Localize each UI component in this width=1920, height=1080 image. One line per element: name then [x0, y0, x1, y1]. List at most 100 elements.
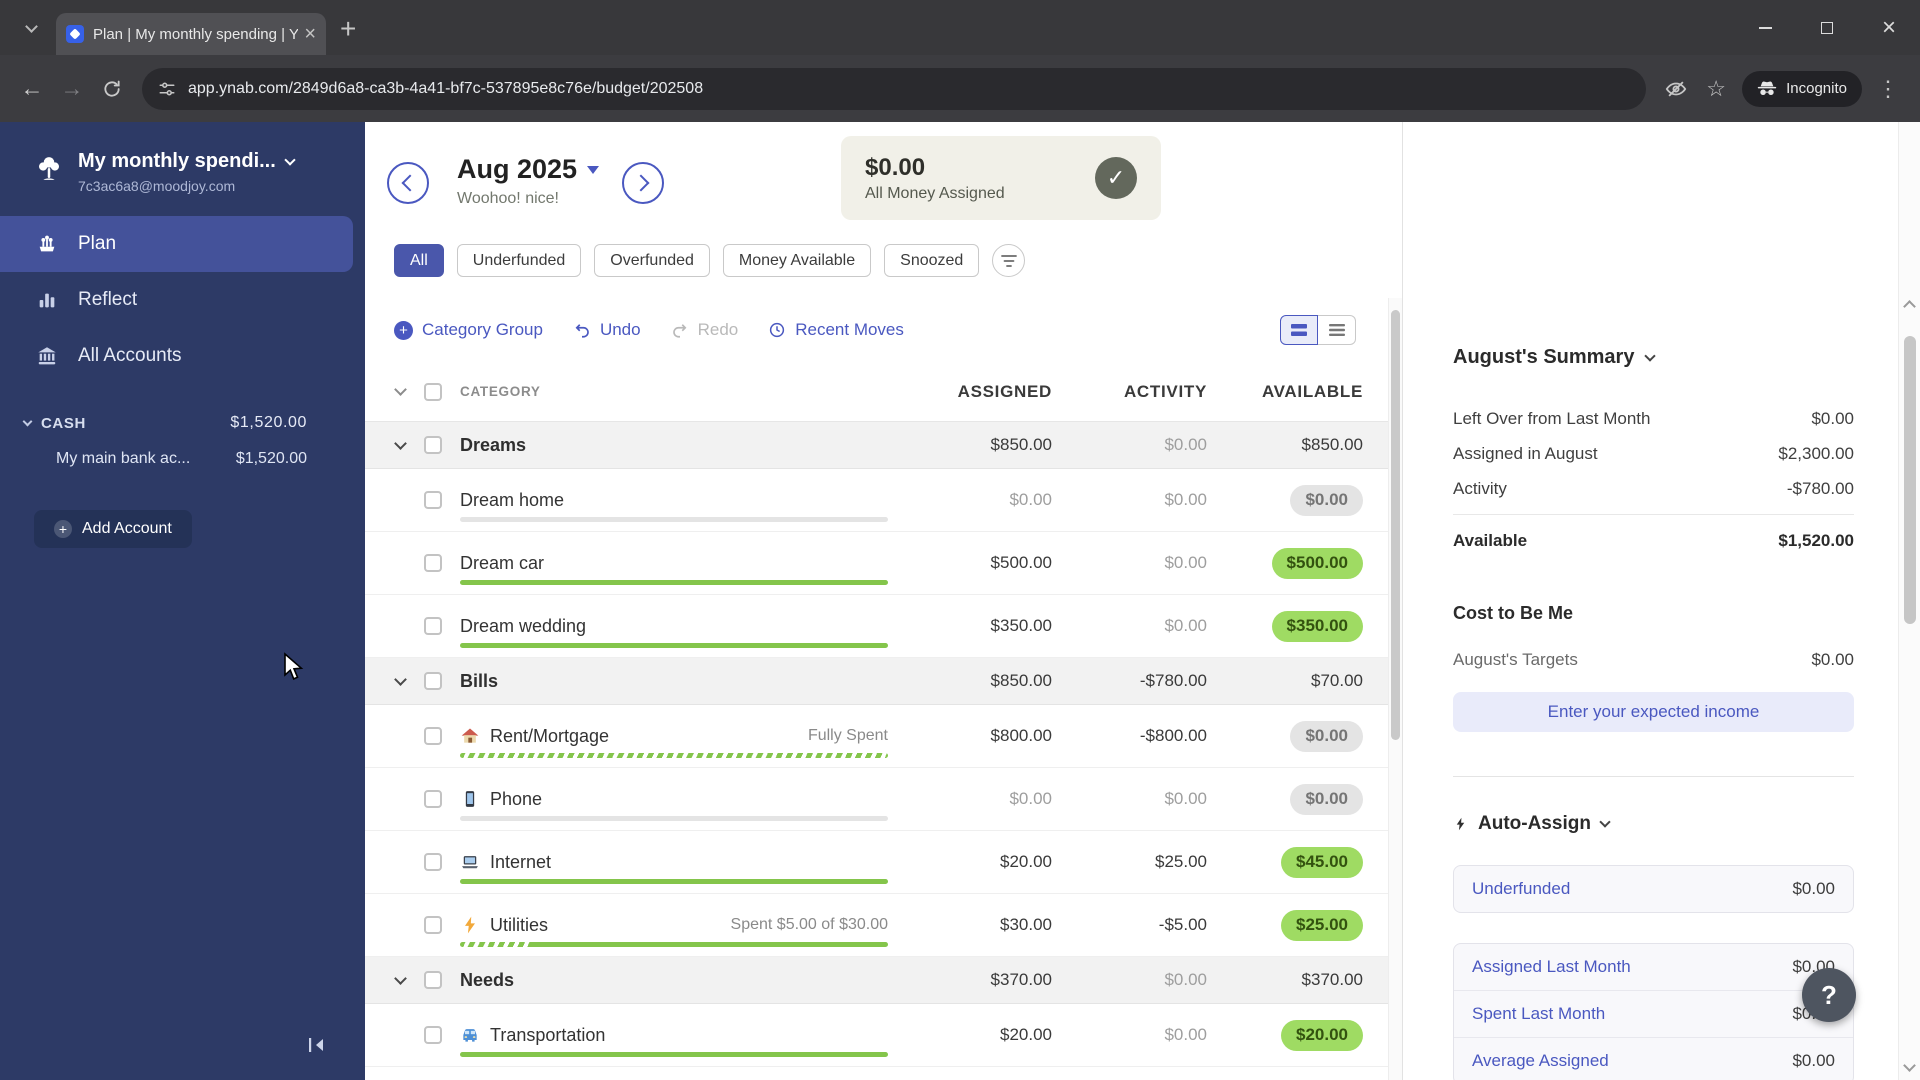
category-checkbox[interactable] [424, 491, 442, 509]
group-collapse-chevron[interactable] [394, 672, 407, 686]
group-collapse-chevron[interactable] [394, 971, 407, 985]
browser-toolbar: ← → app.ynab.com/2849d6a8-ca3b-4a41-bf7c… [0, 55, 1920, 122]
group-checkbox[interactable] [424, 971, 442, 989]
account-group-cash[interactable]: CASH $1,520.00 [22, 414, 307, 432]
filter-chip-snoozed[interactable]: Snoozed [884, 244, 980, 277]
scrollbar-thumb[interactable] [1904, 336, 1916, 624]
scrollbar-thumb[interactable] [1391, 310, 1400, 740]
incognito-badge: Incognito [1742, 70, 1862, 107]
category-checkbox[interactable] [424, 727, 442, 745]
category-assigned[interactable]: $20.00 [902, 1025, 1052, 1045]
category-assigned[interactable]: $0.00 [902, 490, 1052, 510]
view-list-button[interactable] [1318, 315, 1356, 345]
sidebar-item-reflect[interactable]: Reflect [0, 272, 353, 328]
category-assigned[interactable]: $350.00 [902, 616, 1052, 636]
category-row-dream-wedding[interactable]: Dream wedding $350.00 $0.00 $350.00 [365, 595, 1388, 658]
previous-month-button[interactable] [387, 162, 429, 204]
underfunded-box[interactable]: Underfunded $0.00 [1453, 865, 1854, 913]
category-row-transportation[interactable]: Transportation $20.00 $0.00 $20.00 [365, 1004, 1388, 1067]
scroll-up-arrow[interactable] [1903, 300, 1916, 313]
tab-search-button[interactable] [14, 11, 48, 45]
url-bar[interactable]: app.ynab.com/2849d6a8-ca3b-4a41-bf7c-537… [142, 67, 1647, 110]
category-checkbox[interactable] [424, 853, 442, 871]
group-name: Dreams [460, 434, 527, 455]
category-row-utilities[interactable]: Utilities Spent $5.00 of $30.00 $30.00 -$5.… [365, 894, 1388, 957]
underfunded-row[interactable]: Underfunded $0.00 [1454, 866, 1853, 912]
category-checkbox[interactable] [424, 790, 442, 808]
enter-expected-income-button[interactable]: Enter your expected income [1453, 692, 1854, 732]
category-checkbox[interactable] [424, 1026, 442, 1044]
category-checkbox[interactable] [424, 916, 442, 934]
category-row-dream-car[interactable]: Dream car $500.00 $0.00 $500.00 [365, 532, 1388, 595]
month-selector[interactable]: Aug 2025 [457, 154, 600, 185]
browser-forward-button[interactable]: → [52, 69, 92, 109]
filter-chip-underfunded[interactable]: Underfunded [456, 244, 582, 277]
category-assigned[interactable]: $20.00 [902, 852, 1052, 872]
recent-moves-button[interactable]: Recent Moves [768, 320, 904, 340]
category-row-rent-mortgage[interactable]: Rent/Mortgage Fully Spent $800.00 -$800.00 $… [365, 705, 1388, 768]
group-checkbox[interactable] [424, 672, 442, 690]
sidebar-item-all-accounts[interactable]: All Accounts [0, 328, 353, 384]
category-assigned[interactable]: $30.00 [902, 915, 1052, 935]
category-assigned[interactable]: $500.00 [902, 553, 1052, 573]
category-assigned[interactable]: $800.00 [902, 726, 1052, 746]
summary-header[interactable]: August's Summary [1453, 346, 1854, 369]
auto-assign-header[interactable]: Auto-Assign [1453, 813, 1854, 835]
auto-assign-row-spent-last-month[interactable]: Spent Last Month$0.00 [1454, 990, 1853, 1037]
sidebar-item-plan[interactable]: Plan [0, 216, 353, 272]
add-account-button[interactable]: + Add Account [34, 510, 192, 548]
filter-chip-overfunded[interactable]: Overfunded [594, 244, 710, 277]
filter-chip-money-available[interactable]: Money Available [722, 244, 872, 277]
redo-button[interactable]: Redo [671, 320, 738, 340]
window-minimize-button[interactable] [1734, 0, 1796, 55]
filter-chip-all[interactable]: All [394, 244, 444, 277]
window-maximize-button[interactable] [1796, 0, 1858, 55]
new-tab-button[interactable]: + [340, 15, 356, 43]
all-money-assigned-banner[interactable]: $0.00 All Money Assigned ✓ [841, 136, 1161, 220]
available-pill[interactable]: $0.00 [1290, 783, 1363, 815]
window-close-button[interactable]: × [1858, 0, 1920, 55]
tracking-protection-button[interactable] [1656, 69, 1696, 109]
available-pill[interactable]: $350.00 [1271, 610, 1363, 642]
browser-tab[interactable]: Plan | My monthly spending | Y × [56, 13, 326, 55]
help-button[interactable]: ? [1802, 968, 1856, 1022]
category-checkbox[interactable] [424, 617, 442, 635]
group-collapse-chevron[interactable] [394, 436, 407, 450]
browser-back-button[interactable]: ← [12, 69, 52, 109]
bookmark-star-button[interactable]: ☆ [1696, 69, 1736, 109]
tab-close-icon[interactable]: × [304, 24, 316, 44]
group-checkbox[interactable] [424, 436, 442, 454]
category-name-cell: Utilities Spent $5.00 of $30.00 [460, 894, 902, 956]
collapse-all-chevron[interactable] [394, 383, 407, 396]
group-row-dreams[interactable]: Dreams $850.00 $0.00 $850.00 [365, 422, 1388, 469]
browser-refresh-button[interactable] [92, 69, 132, 109]
browser-menu-button[interactable]: ⋮ [1868, 69, 1908, 109]
category-row-phone[interactable]: Phone $0.00 $0.00 $0.00 [365, 768, 1388, 831]
available-pill[interactable]: $0.00 [1290, 720, 1363, 752]
category-row-internet[interactable]: Internet $20.00 $25.00 $45.00 [365, 831, 1388, 894]
add-category-group-button[interactable]: + Category Group [394, 320, 543, 340]
auto-assign-row-assigned-last-month[interactable]: Assigned Last Month $0.00 [1454, 944, 1853, 990]
category-row-dream-home[interactable]: Dream home $0.00 $0.00 $0.00 [365, 469, 1388, 532]
available-pill[interactable]: $0.00 [1290, 484, 1363, 516]
category-checkbox[interactable] [424, 554, 442, 572]
group-row-needs[interactable]: Needs $370.00 $0.00 $370.00 [365, 957, 1388, 1004]
account-row-my-main-bank-ac[interactable]: My main bank ac... $1,520.00 [56, 450, 307, 468]
available-pill[interactable]: $20.00 [1281, 1019, 1363, 1051]
collapse-sidebar-button[interactable] [301, 1032, 333, 1058]
undo-button[interactable]: Undo [573, 320, 641, 340]
available-pill[interactable]: $500.00 [1271, 547, 1363, 579]
view-compact-button[interactable] [1280, 315, 1318, 345]
group-row-bills[interactable]: Bills $850.00 -$780.00 $70.00 [365, 658, 1388, 705]
scroll-down-arrow[interactable] [1903, 1059, 1916, 1072]
filter-options-button[interactable] [992, 244, 1026, 277]
page-scrollbar[interactable] [1898, 122, 1920, 1080]
available-pill[interactable]: $45.00 [1281, 846, 1363, 878]
auto-assign-row-average-assigned[interactable]: Average Assigned $0.00 [1454, 1037, 1853, 1080]
available-pill[interactable]: $25.00 [1281, 909, 1363, 941]
category-assigned[interactable]: $0.00 [902, 789, 1052, 809]
budget-list-scrollbar[interactable] [1388, 298, 1402, 1080]
select-all-checkbox[interactable] [424, 382, 442, 401]
budget-switcher[interactable]: My monthly spendi... 7c3ac6a8@moodjoy.co… [0, 122, 365, 194]
next-month-button[interactable] [622, 162, 664, 204]
